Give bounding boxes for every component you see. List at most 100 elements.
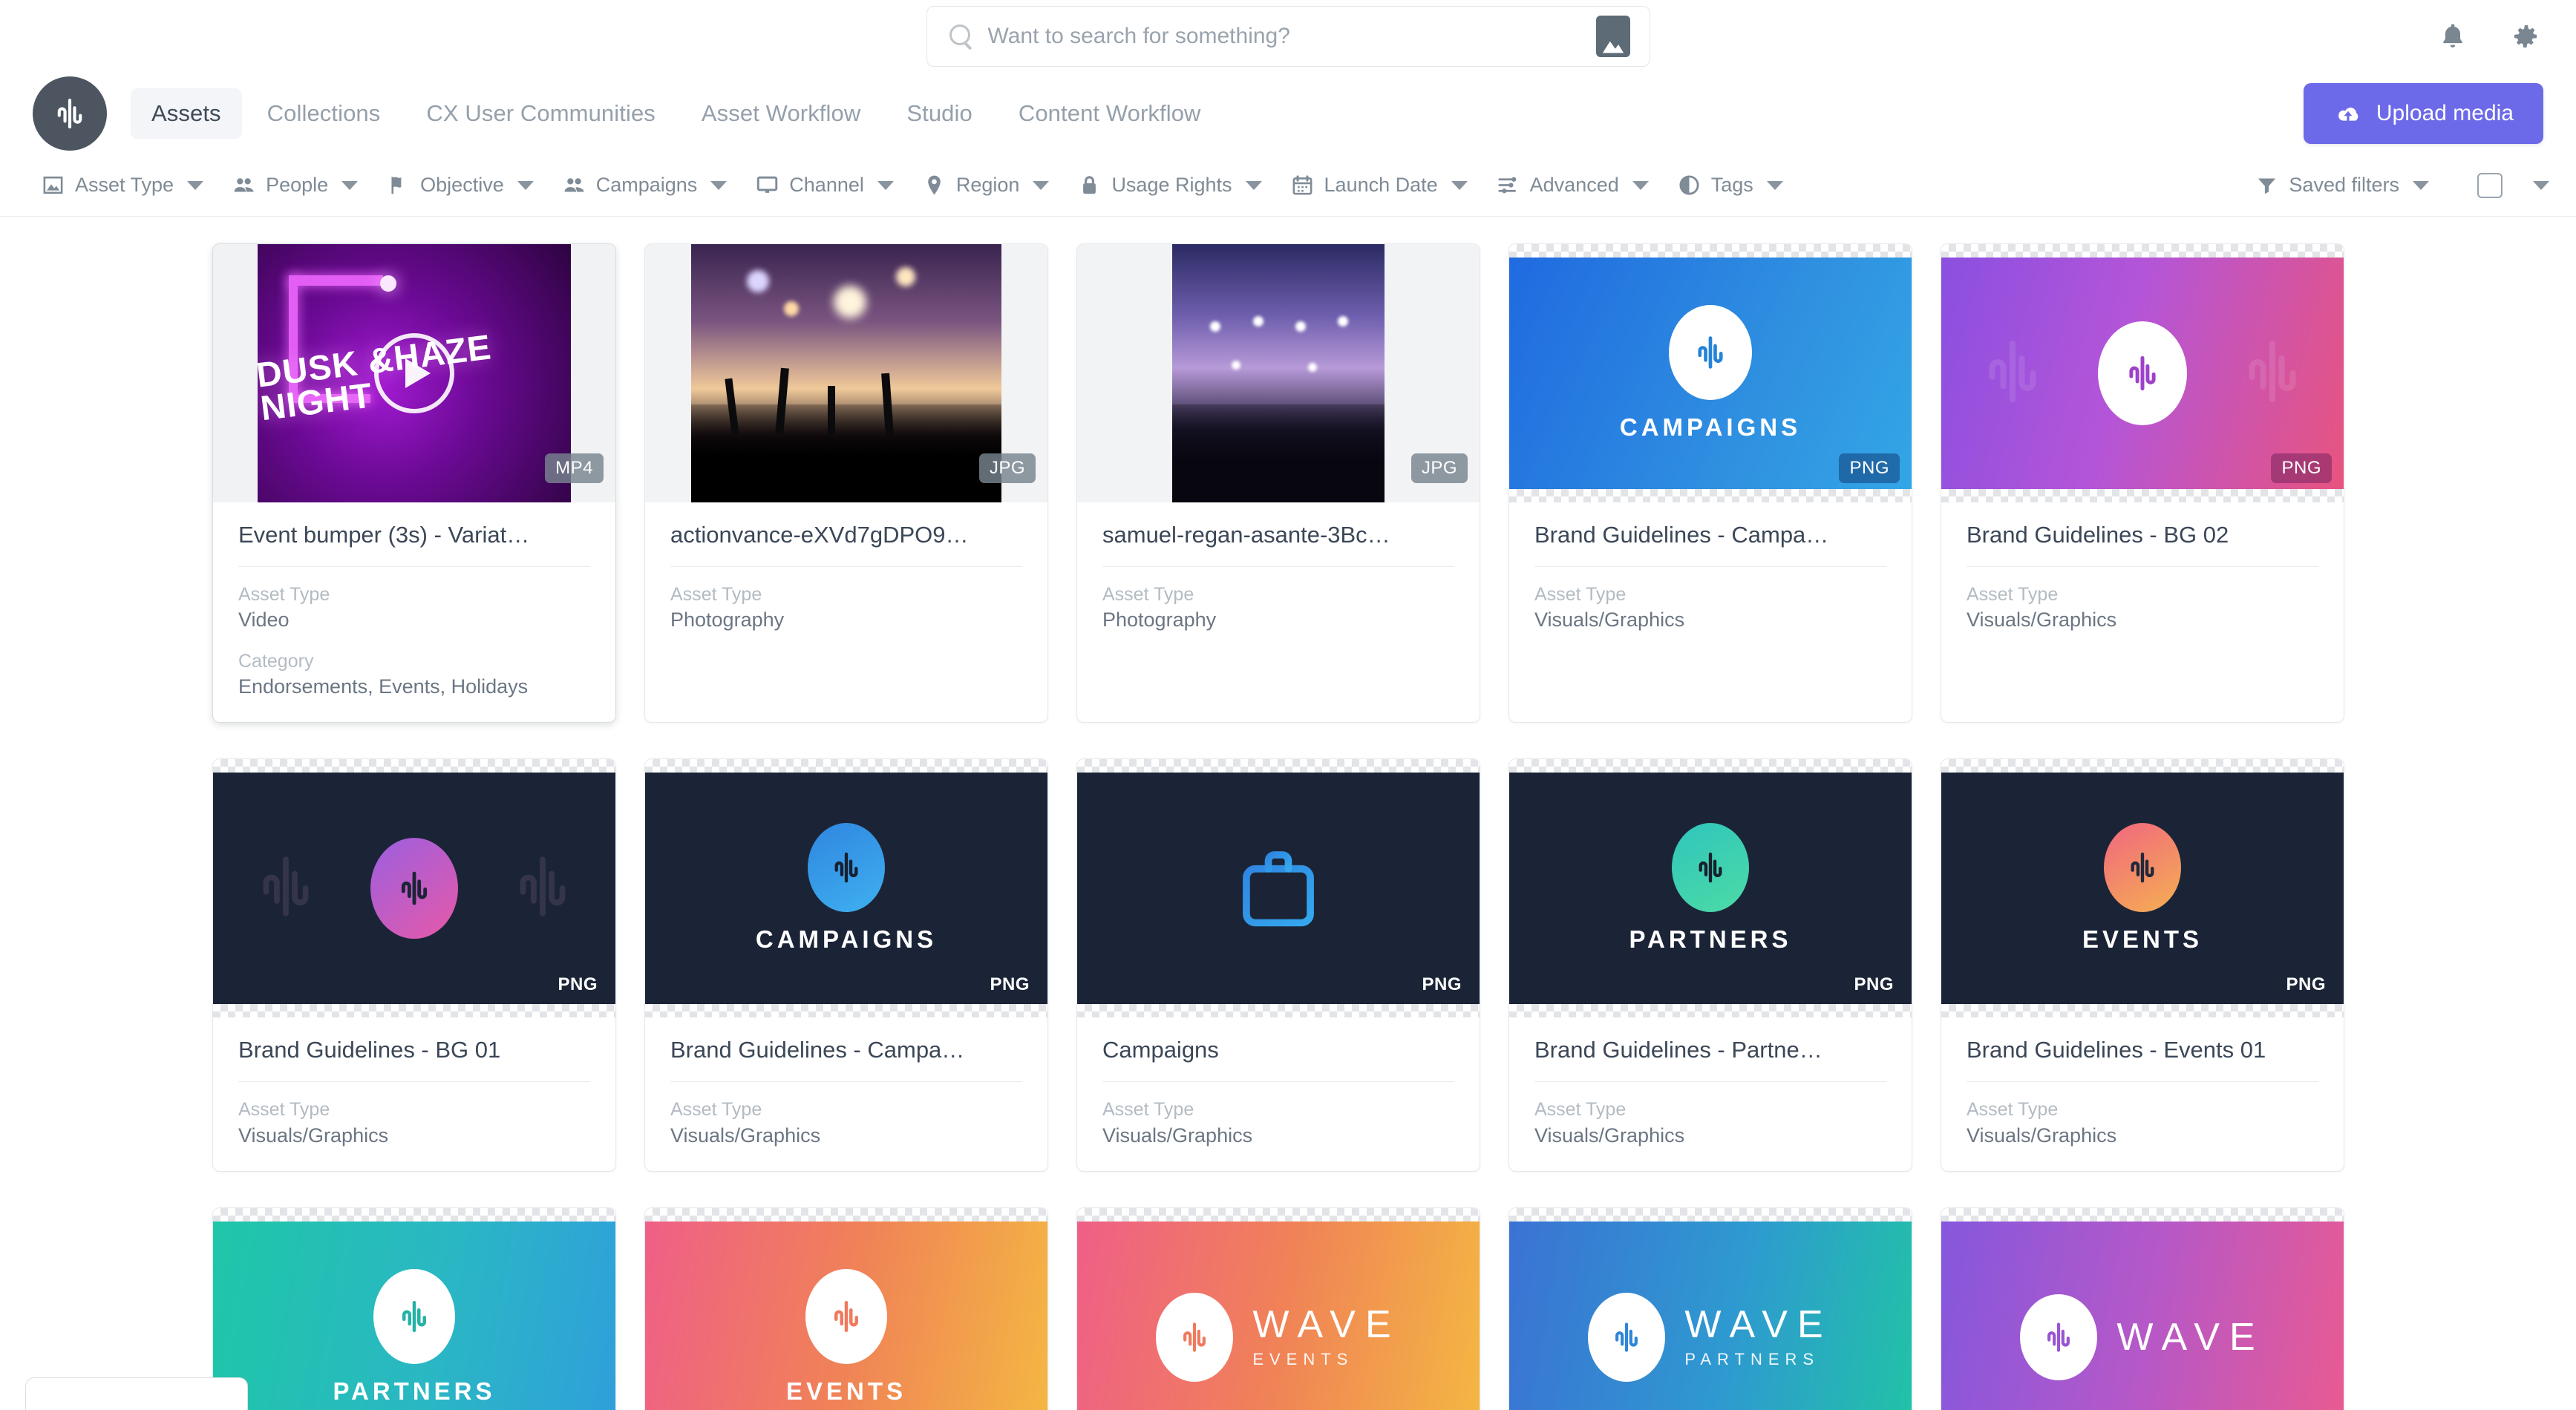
settings-gear-icon[interactable] [2509, 20, 2542, 53]
asset-thumbnail[interactable]: EVENTS PNG [1941, 759, 2344, 1018]
play-button[interactable] [374, 333, 454, 413]
filter-label: Channel [789, 174, 864, 196]
asset-field: Asset Type Visuals/Graphics [670, 1098, 1022, 1149]
asset-card[interactable]: WAVE PARTNERS [1508, 1207, 1912, 1410]
asset-thumbnail[interactable]: WAVE EVENTS [1077, 1208, 1480, 1410]
asset-title: Brand Guidelines - BG 01 [238, 1037, 590, 1083]
asset-card[interactable]: EVENTS PNG Brand Guidelines - Events 01 … [1941, 758, 2344, 1173]
field-label: Asset Type [238, 1099, 330, 1121]
asset-card[interactable]: PARTNERS [212, 1207, 616, 1410]
filter-region[interactable]: Region [908, 173, 1064, 197]
tab-content-workflow[interactable]: Content Workflow [998, 88, 1222, 139]
chevron-down-icon [517, 180, 534, 190]
filter-label: Launch Date [1324, 174, 1438, 196]
wave-logo-icon [1183, 1322, 1206, 1352]
asset-grid-scroll[interactable]: DUSK &HAZE NIGHT MP4 Event bumper (3s) -… [0, 217, 2576, 1410]
asset-card[interactable]: DUSK &HAZE NIGHT MP4 Event bumper (3s) -… [212, 243, 616, 724]
asset-thumbnail[interactable]: WAVE [1941, 1208, 2344, 1410]
primary-navigation: Assets Collections CX User Communities A… [0, 73, 2576, 154]
upload-media-label: Upload media [2376, 101, 2514, 125]
search-input[interactable] [974, 24, 1596, 49]
select-all-checkbox[interactable] [2477, 172, 2503, 198]
upload-media-button[interactable]: Upload media [2303, 83, 2543, 144]
asset-thumbnail[interactable]: WAVE PARTNERS [1509, 1208, 1912, 1410]
saved-filters-dropdown[interactable]: Saved filters [2240, 173, 2443, 197]
asset-thumbnail[interactable]: PNG [1941, 244, 2344, 502]
asset-card[interactable]: WAVE [1941, 1207, 2344, 1410]
filter-usage-rights[interactable]: Usage Rights [1063, 173, 1275, 197]
wave-logo-icon [834, 1301, 858, 1333]
top-search-bar [0, 0, 2576, 73]
filter-launch-date[interactable]: Launch Date [1276, 173, 1482, 197]
asset-meta: Brand Guidelines - BG 01 Asset Type Visu… [213, 1017, 615, 1171]
chevron-down-icon[interactable] [2533, 180, 2549, 190]
filter-campaigns[interactable]: Campaigns [548, 173, 742, 197]
thumbnail-caption: CAMPAIGNS [755, 925, 938, 954]
field-value: Visuals/Graphics [1102, 1124, 1253, 1147]
filter-people[interactable]: People [218, 173, 372, 197]
chevron-down-icon [1766, 180, 1783, 190]
asset-meta: samuel-regan-asante-3Bc… Asset Type Phot… [1077, 502, 1480, 656]
filter-label: Campaigns [595, 174, 698, 196]
asset-thumbnail[interactable]: PARTNERS [213, 1208, 615, 1410]
field-value: Photography [1102, 609, 1217, 632]
filter-label: Region [955, 174, 1020, 196]
asset-meta: Brand Guidelines - Campa… Asset Type Vis… [645, 1017, 1047, 1171]
asset-card[interactable]: PNG Brand Guidelines - BG 02 Asset Type … [1941, 243, 2344, 724]
field-label: Category [238, 650, 314, 672]
filter-label: Advanced [1529, 174, 1619, 196]
asset-thumbnail[interactable]: CAMPAIGNS PNG [1509, 244, 1912, 502]
thumbnail-caption: WAVE [2116, 1316, 2265, 1360]
asset-thumbnail[interactable]: PNG [213, 759, 615, 1018]
filter-objective[interactable]: Objective [372, 173, 548, 197]
filter-advanced[interactable]: Advanced [1482, 173, 1663, 197]
tab-assets[interactable]: Assets [131, 88, 242, 139]
asset-card[interactable]: PNG Brand Guidelines - BG 01 Asset Type … [212, 758, 616, 1173]
asset-card[interactable]: CAMPAIGNS PNG Brand Guidelines - Campa… … [644, 758, 1048, 1173]
asset-card[interactable]: PARTNERS PNG Brand Guidelines - Partne… … [1508, 758, 1912, 1173]
filter-channel[interactable]: Channel [741, 173, 908, 197]
bottom-left-widget[interactable] [25, 1377, 248, 1410]
image-search-icon[interactable] [1595, 16, 1630, 57]
field-value: Visuals/Graphics [1967, 1124, 2117, 1147]
thumbnail-caption: CAMPAIGNS [1619, 413, 1802, 441]
tab-cx-user-communities[interactable]: CX User Communities [405, 88, 676, 139]
asset-card[interactable]: EVENTS [644, 1207, 1048, 1410]
asset-meta: Brand Guidelines - Campa… Asset Type Vis… [1509, 502, 1912, 656]
tab-asset-workflow[interactable]: Asset Workflow [681, 88, 881, 139]
asset-thumbnail[interactable]: JPG [1077, 244, 1480, 502]
brand-lockup: WAVE EVENTS [1156, 1293, 1400, 1383]
asset-field: Asset Type Photography [1102, 583, 1454, 634]
asset-card[interactable]: PNG Campaigns Asset Type Visuals/Graphic… [1076, 758, 1480, 1173]
asset-card[interactable]: JPG actionvance-eXVd7gDPO9… Asset Type P… [644, 243, 1048, 724]
asset-thumbnail[interactable]: JPG [645, 244, 1047, 502]
asset-card[interactable]: WAVE EVENTS [1076, 1207, 1480, 1410]
asset-thumbnail[interactable]: DUSK &HAZE NIGHT MP4 [213, 244, 615, 502]
field-label: Asset Type [1102, 584, 1194, 605]
tab-collections[interactable]: Collections [246, 88, 402, 139]
notifications-bell-icon[interactable] [2436, 20, 2469, 53]
field-value: Photography [670, 609, 785, 632]
asset-thumbnail[interactable]: PNG [1077, 759, 1480, 1018]
filter-asset-type[interactable]: Asset Type [27, 173, 218, 197]
asset-card[interactable]: CAMPAIGNS PNG Brand Guidelines - Campa… … [1508, 243, 1912, 724]
asset-meta: Brand Guidelines - Events 01 Asset Type … [1941, 1017, 2344, 1171]
asset-thumbnail[interactable]: EVENTS [645, 1208, 1047, 1410]
tab-studio[interactable]: Studio [886, 88, 993, 139]
wave-logo-icon[interactable] [33, 76, 107, 151]
chevron-down-icon [1033, 180, 1050, 190]
field-label: Asset Type [1534, 1099, 1627, 1121]
field-label: Asset Type [670, 584, 762, 605]
asset-field: Asset Type Visuals/Graphics [1102, 1098, 1454, 1149]
briefcase-icon [1226, 835, 1330, 942]
asset-thumbnail[interactable]: CAMPAIGNS PNG [645, 759, 1047, 1018]
asset-title: Brand Guidelines - Partne… [1534, 1037, 1886, 1083]
wave-logo-icon [834, 853, 858, 883]
search-box[interactable] [926, 6, 1650, 67]
flag-icon [386, 173, 411, 197]
asset-card[interactable]: JPG samuel-regan-asante-3Bc… Asset Type … [1076, 243, 1480, 724]
filter-tags[interactable]: Tags [1663, 173, 1797, 197]
field-label: Asset Type [670, 1099, 762, 1121]
asset-thumbnail[interactable]: PARTNERS PNG [1509, 759, 1912, 1018]
thumbnail-subcaption: PARTNERS [1684, 1350, 1820, 1369]
